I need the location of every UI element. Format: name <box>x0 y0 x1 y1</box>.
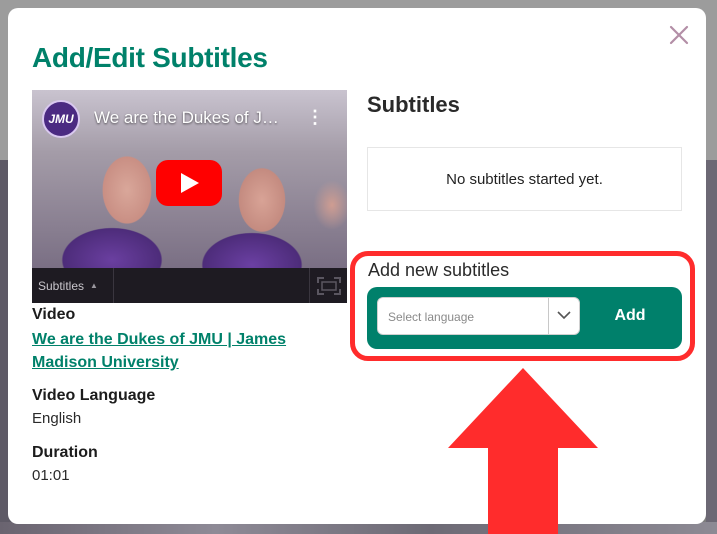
close-button[interactable] <box>666 22 692 48</box>
player-controls: Subtitles ▲ <box>32 268 347 303</box>
fullscreen-button[interactable] <box>309 268 347 303</box>
video-language-label: Video Language <box>32 387 156 404</box>
fullscreen-icon <box>316 276 341 295</box>
video-link[interactable]: We are the Dukes of JMU | James Madison … <box>32 328 352 374</box>
modal-title: Add/Edit Subtitles <box>32 42 268 73</box>
duration-label: Duration <box>32 444 98 461</box>
duration-value: 01:01 <box>32 467 70 484</box>
subtitles-toggle-label: Subtitles <box>38 278 85 293</box>
arrow-up-annotation <box>448 368 598 534</box>
subtitles-empty-state: No subtitles started yet. <box>367 147 682 211</box>
play-button[interactable] <box>156 160 222 206</box>
annotation-highlight-ring <box>350 251 695 361</box>
video-player[interactable]: JMU We are the Dukes of J… ⋮ Subtitles ▲ <box>32 90 347 303</box>
channel-logo[interactable]: JMU <box>42 100 80 138</box>
video-language-value: English <box>32 410 82 427</box>
empty-state-message: No subtitles started yet. <box>446 170 603 188</box>
play-icon <box>181 173 199 193</box>
player-video-title[interactable]: We are the Dukes of J… <box>94 108 290 128</box>
close-icon <box>669 25 689 45</box>
video-label: Video <box>32 306 76 323</box>
background-image-right <box>706 160 717 534</box>
subtitles-toggle[interactable]: Subtitles ▲ <box>32 268 114 303</box>
subtitles-heading: Subtitles <box>367 92 460 117</box>
menu-kebab-icon[interactable]: ⋮ <box>306 108 324 126</box>
caret-up-icon: ▲ <box>90 281 98 290</box>
